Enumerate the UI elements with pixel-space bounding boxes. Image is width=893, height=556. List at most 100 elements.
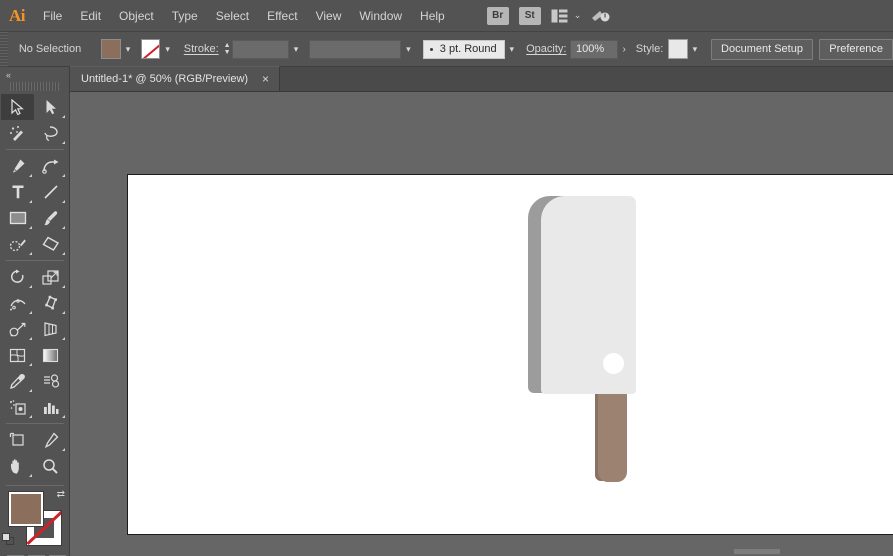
stroke-profile-chevron-down-icon[interactable]: ▾ <box>401 39 415 59</box>
graphic-style-swatch[interactable] <box>668 39 688 59</box>
tool-flyout-corner-icon <box>29 252 32 255</box>
controlbar-grip[interactable] <box>0 32 8 67</box>
tool-flyout-corner-icon <box>62 226 65 229</box>
rectangle-tool[interactable] <box>1 205 34 231</box>
style-chevron-down-icon[interactable]: ▾ <box>688 39 702 59</box>
tool-flyout-corner-icon <box>29 200 32 203</box>
fill-dropdown-chevron-down-icon[interactable]: ▾ <box>121 39 135 59</box>
illustrator-window: Ai File Edit Object Type Select Effect V… <box>0 0 893 556</box>
canvas-area[interactable] <box>70 92 893 556</box>
stroke-dropdown-chevron-down-icon[interactable]: ▾ <box>160 39 174 59</box>
perspective-grid-tool[interactable] <box>34 316 67 342</box>
pen-tool[interactable] <box>1 153 34 179</box>
slice-tool[interactable] <box>34 427 67 453</box>
stroke-color-swatch[interactable] <box>141 39 161 59</box>
magic-wand-tool[interactable] <box>1 120 34 146</box>
menu-effect[interactable]: Effect <box>258 0 306 32</box>
document-tab[interactable]: Untitled-1* @ 50% (RGB/Preview) × <box>70 66 280 91</box>
document-tab-title: Untitled-1* @ 50% (RGB/Preview) <box>81 73 248 85</box>
tool-flyout-corner-icon <box>62 252 65 255</box>
control-options-bar: No Selection ▾ ▾ Stroke: ▲▼ ▾ ▾ 3 pt. Ro… <box>0 32 893 67</box>
stroke-weight-chevron-down-icon[interactable]: ▾ <box>289 39 303 59</box>
scale-tool[interactable] <box>34 264 67 290</box>
free-transform-tool[interactable] <box>34 290 67 316</box>
artboard[interactable] <box>127 174 893 535</box>
opacity-options-chevron-right-icon[interactable]: › <box>618 39 631 59</box>
tools-grid <box>0 94 68 479</box>
gradient-tool[interactable] <box>34 342 67 368</box>
popsicle-stick-shape[interactable] <box>598 386 627 482</box>
bridge-icon[interactable]: Br <box>487 7 509 25</box>
tool-flyout-corner-icon <box>62 415 65 418</box>
preferences-button[interactable]: Preference <box>819 39 893 60</box>
artwork-layer <box>128 175 893 534</box>
tool-flyout-corner-icon <box>62 115 65 118</box>
tool-flyout-corner-icon <box>29 226 32 229</box>
document-tab-bar: Untitled-1* @ 50% (RGB/Preview) × <box>70 67 893 92</box>
arrange-documents-icon[interactable] <box>549 7 571 25</box>
menu-select[interactable]: Select <box>207 0 258 32</box>
eyedropper-tool[interactable] <box>1 368 34 394</box>
type-tool[interactable] <box>1 179 34 205</box>
column-graph-tool[interactable] <box>34 394 67 420</box>
stock-icon[interactable]: St <box>519 7 541 25</box>
opacity-input[interactable]: 100% <box>570 40 618 59</box>
stroke-weight-label[interactable]: Stroke: <box>184 43 219 55</box>
width-tool[interactable] <box>1 290 34 316</box>
artboard-tool[interactable] <box>1 427 34 453</box>
swap-fill-stroke-icon[interactable]: ⇄ <box>57 490 65 500</box>
eraser-tool[interactable] <box>34 231 67 257</box>
symbol-sprayer-tool[interactable] <box>1 394 34 420</box>
menu-edit[interactable]: Edit <box>71 0 110 32</box>
popsicle-highlight-dot[interactable] <box>603 353 624 374</box>
tool-flyout-corner-icon <box>62 448 65 451</box>
default-fill-stroke-icon[interactable] <box>2 533 15 546</box>
stroke-profile-input[interactable] <box>309 40 402 59</box>
menu-type[interactable]: Type <box>163 0 207 32</box>
app-logo-icon: Ai <box>0 0 34 32</box>
selection-tool[interactable] <box>1 94 34 120</box>
line-segment-tool[interactable] <box>34 179 67 205</box>
stroke-weight-input[interactable] <box>232 40 289 59</box>
mesh-tool[interactable] <box>1 342 34 368</box>
tools-divider <box>6 149 64 150</box>
tool-flyout-corner-icon <box>29 474 32 477</box>
status-bar-stub <box>734 549 780 554</box>
shaper-pencil-tool[interactable] <box>1 231 34 257</box>
color-mode-buttons <box>0 552 69 556</box>
hand-tool[interactable] <box>1 453 34 479</box>
menu-object[interactable]: Object <box>110 0 163 32</box>
tools-divider <box>6 423 64 424</box>
menu-view[interactable]: View <box>307 0 351 32</box>
direct-selection-tool[interactable] <box>34 94 67 120</box>
lasso-tool[interactable] <box>34 120 67 146</box>
brush-definition-select[interactable]: 3 pt. Round <box>423 40 505 59</box>
fill-stroke-indicator: ⇄ <box>0 490 68 552</box>
workspace-switcher-icon[interactable] <box>590 7 612 25</box>
popsicle-artwork[interactable] <box>528 196 648 486</box>
rotate-tool[interactable] <box>1 264 34 290</box>
document-setup-button[interactable]: Document Setup <box>711 39 813 60</box>
brush-preview-icon <box>430 48 433 51</box>
chevron-down-icon[interactable]: ⌄ <box>574 10 582 21</box>
paintbrush-tool[interactable] <box>34 205 67 231</box>
tools-panel-drag-grip[interactable] <box>10 82 59 91</box>
blend-tool[interactable] <box>34 368 67 394</box>
curvature-tool[interactable] <box>34 153 67 179</box>
fill-color-indicator[interactable] <box>9 492 43 526</box>
close-icon[interactable]: × <box>259 73 272 85</box>
menu-file[interactable]: File <box>34 0 71 32</box>
tool-flyout-corner-icon <box>29 363 32 366</box>
collapse-panel-chevron-left-icon[interactable]: « <box>0 67 69 82</box>
opacity-label[interactable]: Opacity: <box>526 43 566 55</box>
menu-bar: Ai File Edit Object Type Select Effect V… <box>0 0 893 32</box>
zoom-tool[interactable] <box>34 453 67 479</box>
fill-color-swatch[interactable] <box>101 39 121 59</box>
brush-definition-label: 3 pt. Round <box>440 43 497 55</box>
tool-flyout-corner-icon <box>29 415 32 418</box>
stroke-weight-stepper[interactable]: ▲▼ <box>222 39 232 59</box>
menu-window[interactable]: Window <box>350 0 411 32</box>
menu-help[interactable]: Help <box>411 0 454 32</box>
shape-builder-tool[interactable] <box>1 316 34 342</box>
brush-chevron-down-icon[interactable]: ▾ <box>505 39 519 59</box>
